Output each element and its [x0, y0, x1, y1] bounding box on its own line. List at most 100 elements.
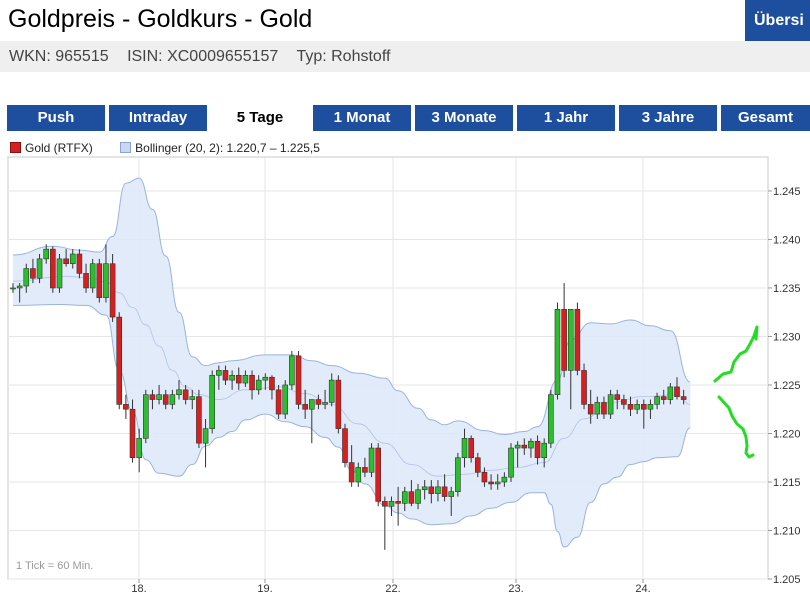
candle-body [335, 379, 342, 429]
candle [295, 351, 302, 410]
candle-body [627, 404, 634, 410]
y-tick-label: 1.225 [773, 380, 801, 392]
candle-body [63, 258, 69, 265]
candle-body [69, 253, 76, 265]
candle-body [10, 287, 16, 290]
candle [109, 254, 116, 322]
candle-body [468, 438, 474, 459]
candle-body [395, 501, 401, 504]
candle-body [607, 394, 614, 415]
y-tick-label: 1.240 [773, 234, 801, 246]
y-tick-label: 1.235 [773, 283, 801, 295]
candle-body [16, 285, 23, 289]
candle-body [368, 447, 375, 473]
candle-body [169, 394, 176, 405]
candle-body [209, 374, 215, 429]
candle-body [23, 268, 30, 287]
candle-body [275, 389, 282, 415]
candle [368, 443, 375, 478]
candle-body [640, 404, 647, 410]
candle-body [382, 501, 388, 507]
candle-body [235, 374, 242, 384]
candle-body [182, 389, 189, 400]
candle-body [375, 447, 382, 502]
candle-body [30, 268, 36, 279]
candle-body [342, 428, 348, 463]
candle [96, 258, 103, 303]
candle [554, 302, 561, 400]
y-tick-label: 1.205 [773, 574, 801, 586]
candle-body [541, 442, 548, 459]
candle-body [103, 263, 109, 298]
x-tick-label: 18. [131, 583, 146, 595]
candle-body [587, 404, 594, 415]
candle [282, 380, 289, 419]
candle-body [621, 399, 627, 405]
candle-body [116, 316, 123, 405]
candle [548, 389, 554, 449]
candle-body [601, 402, 607, 415]
candle-body [614, 394, 621, 400]
candle-body [308, 399, 315, 410]
candle-body [647, 404, 654, 410]
candle-body [408, 491, 415, 504]
candle-body [43, 248, 50, 260]
candle-body [660, 396, 667, 400]
candle-body [83, 273, 89, 289]
candle-body [96, 263, 103, 298]
candle-body [282, 384, 289, 415]
candle [508, 443, 514, 482]
candle-body [216, 370, 222, 376]
candle [129, 399, 136, 463]
price-chart: 1.205 1.210 1.215 1.220 1.225 1.230 1.235 1.240… [7, 156, 801, 595]
candle [89, 258, 96, 293]
candle-body [528, 440, 534, 449]
candle-body [295, 355, 302, 405]
candle-body [474, 457, 481, 473]
candle [196, 389, 202, 449]
y-tick-label: 1.220 [773, 428, 801, 440]
candle-body [123, 404, 129, 410]
y-tick-label: 1.245 [773, 186, 801, 198]
candle-body [36, 258, 43, 279]
candle-body [222, 370, 229, 381]
candle-body [89, 263, 96, 289]
candle-body [455, 457, 461, 492]
y-tick-label: 1.210 [773, 525, 801, 537]
candle [342, 423, 348, 468]
candle-body [461, 438, 468, 459]
x-tick-label: 23. [508, 583, 523, 595]
candle [143, 389, 149, 444]
candle-body [136, 438, 142, 459]
candle-body [229, 374, 235, 381]
candle [275, 384, 282, 419]
candle-body [109, 263, 116, 318]
candle-body [561, 309, 567, 371]
candle-body [156, 394, 162, 400]
candle [56, 254, 63, 293]
candle-body [56, 258, 63, 289]
candle-body [302, 404, 308, 410]
x-tick-label: 19. [257, 583, 272, 595]
x-axis: 18. 19. 22. 23. 24. [131, 579, 651, 595]
candle-body [567, 309, 574, 371]
candle-body [674, 386, 680, 397]
candle-body [521, 444, 528, 449]
candle-body [129, 408, 136, 459]
candle-body [401, 491, 408, 504]
x-tick-label: 22. [385, 583, 400, 595]
candle-body [448, 491, 455, 497]
y-axis: 1.205 1.210 1.215 1.220 1.225 1.230 1.235 1.240… [768, 186, 801, 586]
y-tick-label: 1.215 [773, 477, 801, 489]
candle-body [328, 379, 335, 403]
candle-body [176, 389, 182, 395]
candle-body [508, 447, 514, 478]
candle-body [534, 440, 541, 459]
candle-body [421, 486, 428, 491]
candle [375, 443, 382, 507]
tick-note: 1 Tick = 60 Min. [16, 560, 93, 572]
candle-body [634, 404, 640, 410]
candle-body [149, 394, 156, 400]
candle-body [594, 402, 601, 415]
candle-body [428, 486, 435, 494]
